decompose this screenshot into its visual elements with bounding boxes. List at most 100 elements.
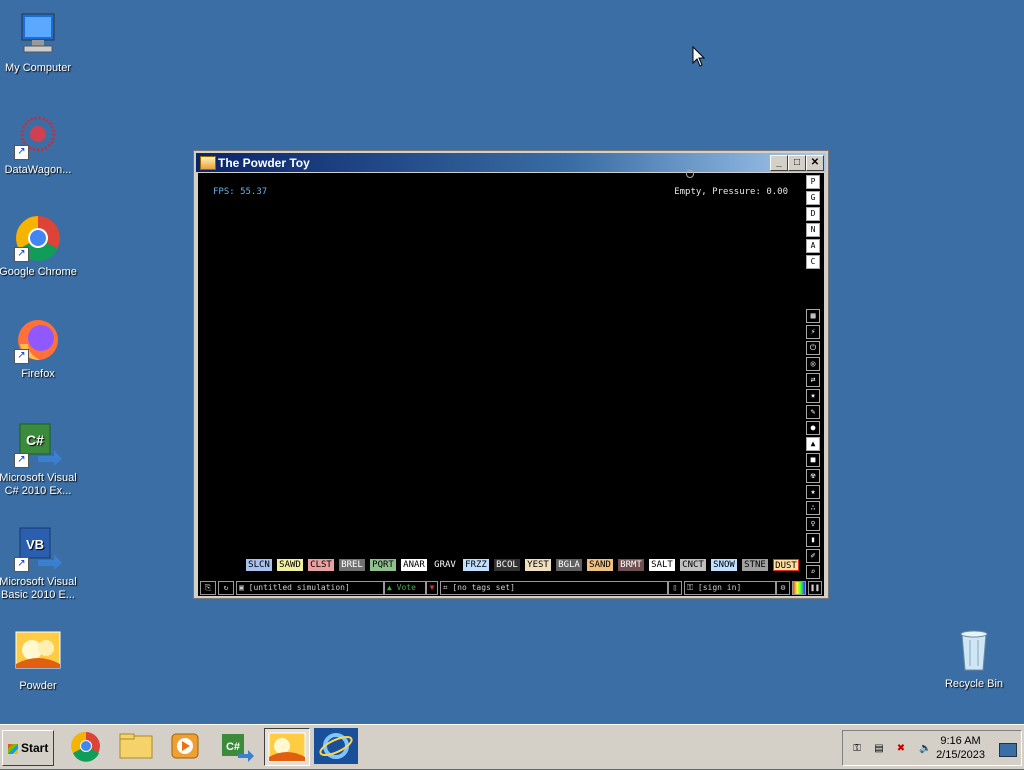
vote-down-button[interactable]: ▼ <box>426 581 438 595</box>
close-button[interactable]: ✕ <box>806 155 824 171</box>
liquids-category-icon[interactable]: ● <box>806 421 820 435</box>
powder-toy-icon <box>14 628 62 676</box>
mouse-cursor-icon <box>692 45 706 73</box>
desktop-icon-recycle-bin[interactable]: Recycle Bin <box>934 626 1014 691</box>
side-button-newtonian[interactable]: N <box>806 223 820 237</box>
render-options-icon[interactable] <box>792 581 806 595</box>
desktop-icon-label: Powder <box>19 680 57 692</box>
desktop-icon-google-chrome[interactable]: ↗ Google Chrome <box>0 214 78 279</box>
powered-category-icon[interactable]: ⏻ <box>806 341 820 355</box>
element-button-pqrt[interactable]: PQRT <box>370 559 396 571</box>
vote-label: Vote <box>396 583 416 592</box>
visual-basic-icon: VB ↗ <box>14 524 62 572</box>
datawagon-icon: ↗ <box>14 112 62 160</box>
favorites-category-icon[interactable]: ✐ <box>806 549 820 563</box>
desktop-icon-my-computer[interactable]: My Computer <box>0 10 78 75</box>
element-button-snow[interactable]: SNOW <box>711 559 737 571</box>
tag-icon: ⌗ <box>443 583 453 592</box>
bottom-toolbar: ⎘ ↻ ▣ [untitled simulation] ▲ Vote ▼ ⌗ [… <box>198 580 824 596</box>
computer-icon <box>14 10 62 58</box>
maximize-button[interactable]: □ <box>788 155 806 171</box>
network-icon[interactable]: ⚿ <box>851 743 863 755</box>
element-button-stne[interactable]: STNE <box>742 559 768 571</box>
side-button-decorations[interactable]: D <box>806 207 820 221</box>
taskbar-media-player[interactable] <box>164 728 208 764</box>
app-icon <box>200 156 216 170</box>
element-button-salt[interactable]: SALT <box>649 559 675 571</box>
network-disconnected-icon[interactable]: ✖ <box>895 743 907 755</box>
element-button-bcol[interactable]: BCOL <box>494 559 520 571</box>
powders-category-icon[interactable]: ▲ <box>806 437 820 451</box>
shortcut-arrow-icon: ↗ <box>14 247 29 262</box>
tags-button[interactable]: ⌗ [no tags set] <box>440 581 668 595</box>
show-desktop-icon[interactable] <box>999 743 1017 757</box>
vote-up-button[interactable]: ▲ Vote <box>384 581 426 595</box>
clock[interactable]: 9:16 AM 2/15/2023 <box>936 734 985 762</box>
element-button-clst[interactable]: CLST <box>308 559 334 571</box>
electronics-category-icon[interactable]: ⚡ <box>806 325 820 339</box>
save-simulation-button[interactable]: ▣ [untitled simulation] <box>236 581 384 595</box>
search-icon[interactable]: ⌕ <box>806 565 820 579</box>
desktop-icon-datawagon[interactable]: ↗ DataWagon... <box>0 112 78 177</box>
key-icon: ⚿ <box>687 583 698 592</box>
taskbar-visual-csharp[interactable]: C# <box>214 728 258 764</box>
side-button-console[interactable]: C <box>806 255 820 269</box>
windows-logo-icon <box>7 743 18 754</box>
window-titlebar[interactable]: The Powder Toy _ □ ✕ <box>196 153 826 172</box>
taskbar-chrome[interactable] <box>64 728 108 764</box>
reload-icon[interactable]: ↻ <box>218 581 234 595</box>
brush-cursor-icon <box>686 170 694 178</box>
force-category-icon[interactable]: ⇄ <box>806 373 820 387</box>
special-category-icon[interactable]: ★ <box>806 485 820 499</box>
sign-in-button[interactable]: ⚿ [sign in] <box>684 581 776 595</box>
shortcut-arrow-icon: ↗ <box>14 453 29 468</box>
taskbar-powder-toy[interactable] <box>264 728 310 766</box>
svg-text:C#: C# <box>226 741 240 753</box>
element-button-grav[interactable]: GRAV <box>432 559 458 571</box>
desktop-icon-firefox[interactable]: ↗ Firefox <box>0 316 78 381</box>
element-button-bgla[interactable]: BGLA <box>556 559 582 571</box>
element-button-slcn[interactable]: SLCN <box>246 559 272 571</box>
explosives-category-icon[interactable]: ✷ <box>806 389 820 403</box>
element-button-yest[interactable]: YEST <box>525 559 551 571</box>
new-simulation-icon[interactable]: ▯ <box>668 581 682 595</box>
radioactive-category-icon[interactable]: ☢ <box>806 469 820 483</box>
sensors-category-icon[interactable]: ◎ <box>806 357 820 371</box>
solids-category-icon[interactable]: ■ <box>806 453 820 467</box>
side-button-gravity[interactable]: G <box>806 191 820 205</box>
svg-text:C#: C# <box>26 432 44 448</box>
minimize-button[interactable]: _ <box>770 155 788 171</box>
side-button-pause-mode[interactable]: P <box>806 175 820 189</box>
action-center-icon[interactable]: ▤ <box>873 743 885 755</box>
desktop-icon-label: Google Chrome <box>0 266 77 278</box>
desktop-icon-visual-basic[interactable]: VB ↗ Microsoft Visual Basic 2010 E... <box>0 524 78 602</box>
life-category-icon[interactable]: ♀ <box>806 517 820 531</box>
pause-icon[interactable]: ❚❚ <box>808 581 822 595</box>
element-button-brmt[interactable]: BRMT <box>618 559 644 571</box>
element-button-anar[interactable]: ANAR <box>401 559 427 571</box>
open-save-icon[interactable]: ⎘ <box>200 581 216 595</box>
volume-icon[interactable]: 🔈 <box>919 743 931 755</box>
gases-category-icon[interactable]: ✎ <box>806 405 820 419</box>
side-button-ambient[interactable]: A <box>806 239 820 253</box>
element-button-sawd[interactable]: SAWD <box>277 559 303 571</box>
simulation-canvas[interactable]: FPS: 55.37 Empty, Pressure: 0.00 P G D N… <box>198 170 824 596</box>
visual-csharp-icon: C# <box>222 734 254 762</box>
taskbar-explorer[interactable] <box>114 728 158 764</box>
walls-category-icon[interactable]: ▦ <box>806 309 820 323</box>
element-button-sand[interactable]: SAND <box>587 559 613 571</box>
element-button-dust[interactable]: DUST <box>773 559 799 571</box>
element-button-cnct[interactable]: CNCT <box>680 559 706 571</box>
element-button-brel[interactable]: BREL <box>339 559 365 571</box>
particles-category-icon[interactable]: ∴ <box>806 501 820 515</box>
powder-toy-window[interactable]: The Powder Toy _ □ ✕ FPS: 55.37 Empty, P… <box>193 150 829 599</box>
element-button-frzz[interactable]: FRZZ <box>463 559 489 571</box>
clock-time: 9:16 AM <box>940 735 981 747</box>
media-player-icon <box>171 733 199 759</box>
taskbar-internet-explorer[interactable] <box>314 728 358 764</box>
settings-icon[interactable]: ⚙ <box>776 581 790 595</box>
desktop-icon-visual-csharp[interactable]: C# ↗ Microsoft Visual C# 2010 Ex... <box>0 420 78 498</box>
start-button[interactable]: Start <box>2 730 54 766</box>
tools-category-icon[interactable]: ▮ <box>806 533 820 547</box>
desktop-icon-powder[interactable]: Powder <box>0 628 78 693</box>
